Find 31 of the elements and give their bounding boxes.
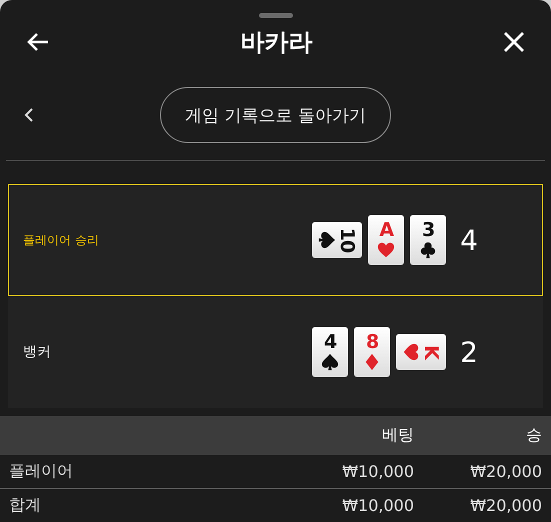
- spade-icon: [318, 231, 336, 249]
- playing-card: 10: [312, 222, 362, 258]
- playing-card: A: [368, 215, 404, 265]
- page-title: 바카라: [240, 27, 312, 58]
- drag-handle[interactable]: [258, 13, 292, 18]
- playing-card: 4: [312, 327, 348, 377]
- table-cell: ₩10,000: [342, 462, 414, 481]
- playing-card: 8: [354, 327, 390, 377]
- playing-card: 3: [410, 215, 446, 265]
- heart-icon: [402, 343, 420, 361]
- heart-icon: [377, 241, 396, 259]
- close-icon[interactable]: [503, 31, 525, 53]
- club-icon: [419, 241, 438, 259]
- back-arrow-icon[interactable]: [26, 32, 50, 52]
- column-header: 승: [526, 425, 542, 444]
- back-to-history-button[interactable]: 게임 기록으로 돌아가기: [160, 87, 391, 143]
- hand-row[interactable]: 뱅커 4 8 K 2: [8, 296, 543, 408]
- column-header: 베팅: [382, 425, 414, 444]
- hand-row[interactable]: 플레이어 승리 10 A 3 4: [8, 184, 543, 296]
- hand-score: 4: [460, 224, 478, 256]
- table-cell: 플레이어: [9, 461, 73, 480]
- hand-name: 뱅커: [23, 343, 51, 361]
- spade-icon: [321, 353, 340, 371]
- table-cell: ₩10,000: [342, 496, 414, 515]
- hand-score: 2: [460, 336, 478, 368]
- playing-card: K: [396, 334, 446, 370]
- chevron-left-icon[interactable]: [24, 107, 34, 123]
- table-cell: 합계: [9, 495, 41, 514]
- table-cell: ₩20,000: [470, 496, 542, 515]
- hand-name: 플레이어 승리: [23, 232, 99, 248]
- table-cell: ₩20,000: [470, 462, 542, 481]
